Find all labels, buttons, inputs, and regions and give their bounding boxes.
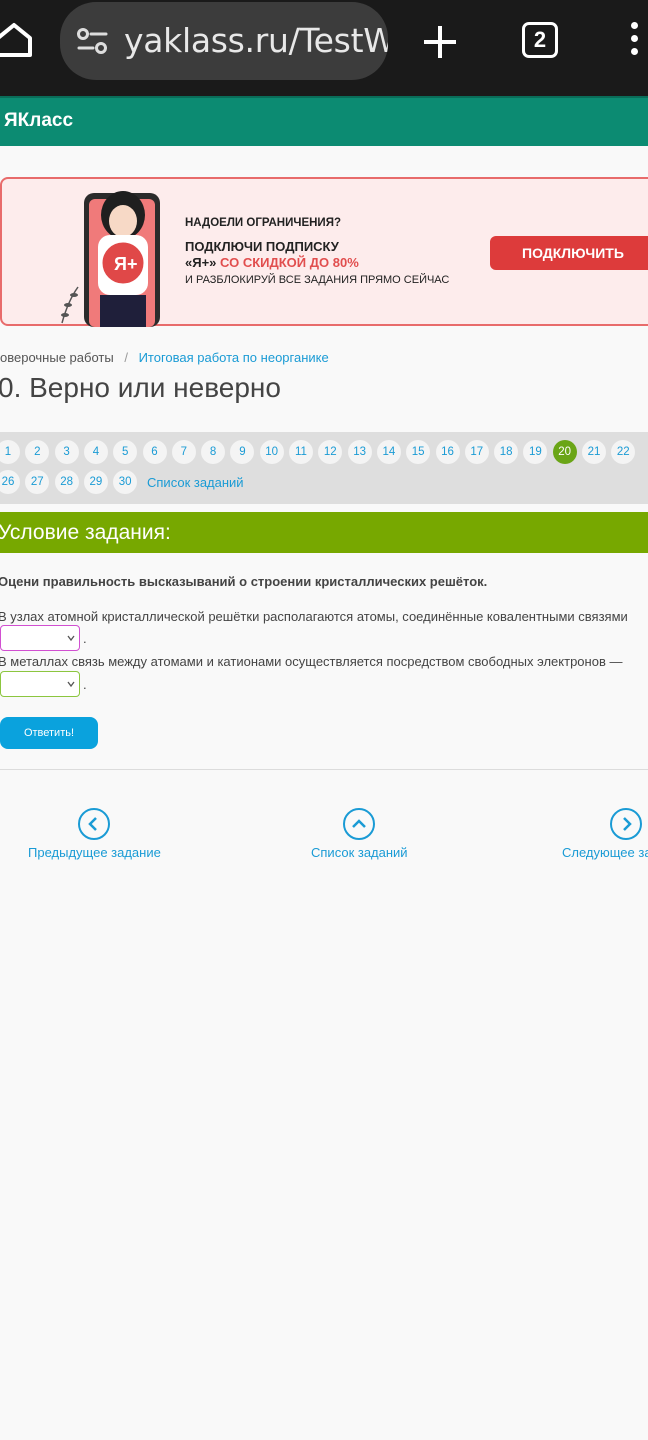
site-header: ЯКласс [0, 96, 648, 146]
chevron-up-icon [343, 808, 376, 840]
page-number-19[interactable]: 19 [523, 440, 548, 464]
page-number-16[interactable]: 16 [435, 440, 460, 464]
statement-1: В узлах атомной кристаллической решётки … [0, 609, 628, 624]
page-number-4[interactable]: 4 [83, 440, 108, 464]
new-tab-icon[interactable] [420, 22, 460, 62]
breadcrumb-separator: / [124, 350, 128, 365]
tab-switcher-button[interactable]: 2 [522, 22, 558, 58]
promo-banner[interactable]: Я+ НАДОЕЛИ ОГРАНИЧЕНИЯ? ПОДКЛЮЧИ ПОДПИСК… [0, 177, 648, 327]
page-number-17[interactable]: 17 [464, 440, 489, 464]
page-number-27[interactable]: 27 [25, 470, 50, 494]
page-number-10[interactable]: 10 [259, 440, 284, 464]
page-number-9[interactable]: 9 [230, 440, 255, 464]
site-logo[interactable]: ЯКласс [4, 110, 73, 132]
banner-line1: ПОДКЛЮЧИ ПОДПИСКУ [185, 239, 339, 254]
page-number-13[interactable]: 13 [347, 440, 372, 464]
task-instruction: Оцени правильность высказываний о строен… [0, 574, 488, 589]
home-icon[interactable] [0, 20, 34, 60]
page-number-14[interactable]: 14 [376, 440, 401, 464]
divider [0, 769, 648, 770]
next-task-label: Следующее за [562, 845, 648, 860]
prev-task-label: Предыдущее задание [28, 845, 161, 860]
answer-button[interactable]: Ответить! [0, 717, 98, 749]
statement-2: В металлах связь между атомами и катиона… [0, 654, 623, 669]
breadcrumb-prev[interactable]: оверочные работы [0, 350, 114, 365]
banner-discount: СО СКИДКОЙ ДО 80% [220, 255, 359, 270]
url-text[interactable]: yaklass.ru/TestW [124, 21, 388, 60]
badge-text: Я+ [114, 254, 137, 274]
banner-question: НАДОЕЛИ ОГРАНИЧЕНИЯ? [185, 217, 341, 229]
breadcrumb-current[interactable]: Итоговая работа по неорганике [139, 350, 329, 365]
condition-title: Условие задания: [0, 521, 171, 544]
banner-line2: «Я+» СО СКИДКОЙ ДО 80% [185, 255, 359, 270]
banner-line3: И РАЗБЛОКИРУЙ ВСЕ ЗАДАНИЯ ПРЯМО СЕЙЧАС [185, 274, 450, 286]
page-number-28[interactable]: 28 [54, 470, 79, 494]
chevron-left-icon [78, 808, 111, 840]
page-number-22[interactable]: 22 [611, 440, 636, 464]
prev-task-link[interactable]: Предыдущее задание [28, 808, 161, 860]
site-settings-icon[interactable] [76, 26, 110, 56]
page-number-29[interactable]: 29 [83, 470, 108, 494]
answer-select-1[interactable] [0, 625, 80, 651]
page-number-12[interactable]: 12 [318, 440, 343, 464]
page-number-5[interactable]: 5 [113, 440, 138, 464]
task-pager: 1 2 3 4 5 6 7 8 9 10 11 12 13 14 15 16 17 18 19 20 21 22 26 27… [0, 432, 648, 504]
page-number-7[interactable]: 7 [171, 440, 196, 464]
chevron-down-icon [67, 681, 75, 688]
condition-header: Условие задания: [0, 512, 648, 553]
page-number-15[interactable]: 15 [406, 440, 431, 464]
page-number-2[interactable]: 2 [25, 440, 50, 464]
page-number-3[interactable]: 3 [54, 440, 79, 464]
task-list-label: Список заданий [311, 845, 408, 860]
page-number-20[interactable]: 20 [552, 440, 577, 464]
period: . [83, 677, 87, 692]
browser-toolbar: yaklass.ru/TestW 2 [0, 0, 648, 96]
page-number-1[interactable]: 1 [0, 440, 20, 464]
page-number-8[interactable]: 8 [201, 440, 226, 464]
address-bar[interactable]: yaklass.ru/TestW [60, 2, 388, 80]
page-number-11[interactable]: 11 [289, 440, 313, 464]
page-number-6[interactable]: 6 [142, 440, 167, 464]
period: . [83, 631, 87, 646]
task-list-nav-link[interactable]: Список заданий [311, 808, 408, 860]
next-task-link[interactable]: Следующее за [562, 808, 648, 860]
answer-select-2[interactable] [0, 671, 80, 697]
more-menu-icon[interactable] [630, 22, 640, 62]
chevron-right-icon [610, 808, 642, 840]
subscribe-button[interactable]: ПОДКЛЮЧИТЬ [490, 236, 648, 270]
page-title: 0. Верно или неверно [0, 372, 281, 403]
page-number-26[interactable]: 26 [0, 470, 20, 494]
page-number-30[interactable]: 30 [113, 470, 138, 494]
chevron-down-icon [67, 635, 75, 642]
page-number-21[interactable]: 21 [582, 440, 606, 464]
task-list-link[interactable]: Список заданий [147, 475, 244, 490]
promo-illustration: Я+ [61, 191, 160, 327]
page-number-18[interactable]: 18 [494, 440, 519, 464]
breadcrumb: оверочные работы / Итоговая работа по не… [0, 350, 329, 365]
